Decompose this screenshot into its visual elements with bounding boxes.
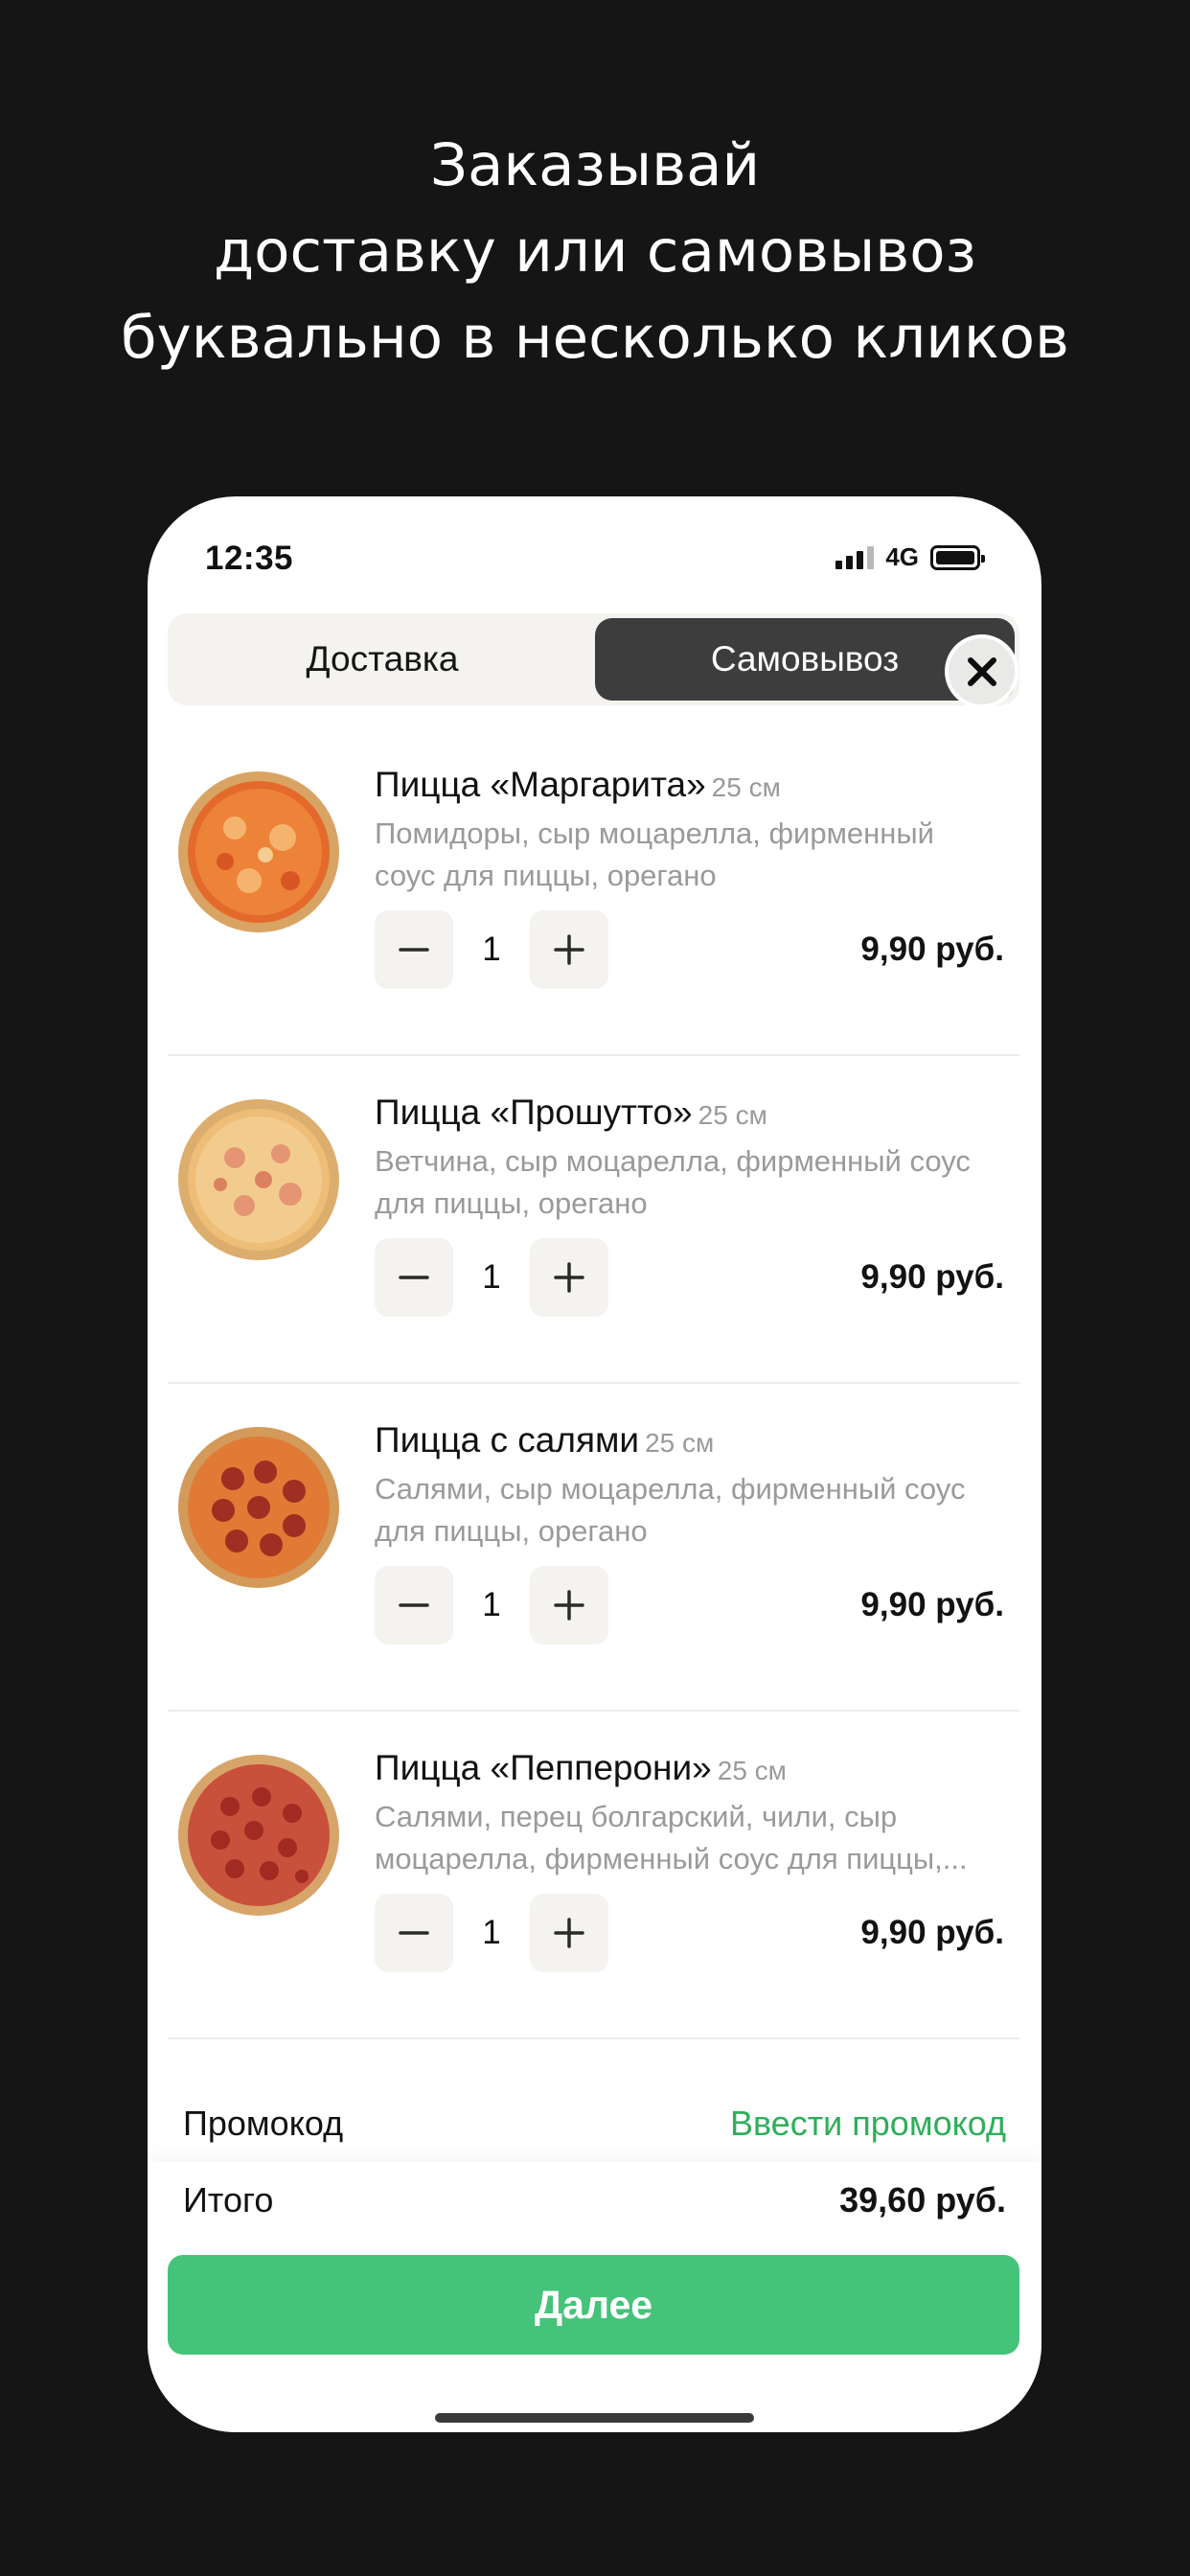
item-price: 9,90 руб. <box>860 931 1004 968</box>
status-time: 12:35 <box>205 540 294 577</box>
cart-item: Пицца «Пепперони» 25 см Салями, перец бол… <box>168 1712 1019 2039</box>
item-description: Салями, перец болгарский, чили, сыр моца… <box>375 1800 968 1875</box>
pizza-margherita-photo <box>178 771 339 932</box>
increase-quantity-button[interactable] <box>530 1238 608 1317</box>
item-description: Помидоры, сыр моцарелла, фирменный соус … <box>375 816 934 892</box>
pizza-salami-photo <box>178 1427 339 1588</box>
headline-line-3: буквально в несколько кликов <box>121 304 1069 372</box>
headline-line-2: доставку или самовывоз <box>214 218 976 286</box>
item-quantity: 1 <box>482 1914 501 1951</box>
item-size: 25 см <box>698 1100 767 1130</box>
pizza-pepperoni-photo <box>178 1755 339 1916</box>
decrease-quantity-button[interactable] <box>375 910 453 989</box>
total-label: Итого <box>183 2180 274 2220</box>
cart-item: Пицца «Маргарита» 25 см Помидоры, сыр моц… <box>168 728 1019 1056</box>
total-value: 39,60 руб. <box>839 2180 1006 2220</box>
increase-quantity-button[interactable] <box>530 910 608 989</box>
increase-quantity-button[interactable] <box>530 1894 608 1972</box>
enter-promo-code-link[interactable]: Ввести промокод <box>730 2104 1006 2144</box>
headline-line-1: Заказывай <box>429 131 761 199</box>
promo-headline: Заказывай доставку или самовывоз букваль… <box>0 123 1190 381</box>
item-description: Салями, сыр моцарелла, фирменный соус дл… <box>375 1472 966 1548</box>
item-quantity: 1 <box>482 931 501 968</box>
minus-icon <box>399 1931 429 1935</box>
item-title: Пицца с салями 25 см <box>375 1420 715 1460</box>
item-size: 25 см <box>645 1428 715 1458</box>
close-button[interactable] <box>945 634 1018 708</box>
order-type-switch: Доставка Самовывоз <box>168 613 1019 705</box>
item-price: 9,90 руб. <box>860 1586 1004 1623</box>
item-price: 9,90 руб. <box>860 1258 1004 1296</box>
minus-icon <box>399 1603 429 1607</box>
cart-item: Пицца с салями 25 см Салями, сыр моцарелл… <box>168 1384 1019 1712</box>
promo-code-label: Промокод <box>183 2104 344 2143</box>
item-quantity: 1 <box>482 1258 501 1296</box>
pizza-prosciutto-photo <box>178 1099 339 1260</box>
increase-quantity-button[interactable] <box>530 1566 608 1644</box>
cart-item: Пицца «Прошутто» 25 см Ветчина, сыр моцар… <box>168 1056 1019 1384</box>
minus-icon <box>399 948 429 952</box>
plus-icon <box>554 1590 584 1621</box>
decrease-quantity-button[interactable] <box>375 1566 453 1644</box>
close-icon <box>967 656 996 686</box>
plus-icon <box>554 1918 584 1948</box>
next-button[interactable]: Далее <box>168 2255 1019 2355</box>
item-price: 9,90 руб. <box>860 1914 1004 1951</box>
checkout-panel: Итого 39,60 руб. Далее <box>148 2162 1041 2432</box>
item-description: Ветчина, сыр моцарелла, фирменный соус д… <box>375 1144 971 1220</box>
item-quantity: 1 <box>482 1586 501 1623</box>
item-size: 25 см <box>711 772 781 802</box>
item-size: 25 см <box>717 1756 787 1785</box>
signal-icon <box>835 545 875 569</box>
promo-code-row: Промокод Ввести промокод <box>183 2085 1006 2162</box>
total-row: Итого 39,60 руб. <box>183 2162 1006 2239</box>
item-title: Пицца «Прошутто» 25 см <box>375 1092 767 1132</box>
item-title: Пицца «Пепперони» 25 см <box>375 1748 787 1787</box>
status-indicators: 4G <box>835 542 985 572</box>
decrease-quantity-button[interactable] <box>375 1894 453 1972</box>
plus-icon <box>554 934 584 965</box>
network-type: 4G <box>885 542 919 571</box>
tab-delivery[interactable]: Доставка <box>173 618 591 701</box>
item-title: Пицца «Маргарита» 25 см <box>375 765 781 804</box>
home-indicator <box>435 2413 754 2423</box>
decrease-quantity-button[interactable] <box>375 1238 453 1317</box>
phone-screen: 12:35 4G Доставка Самовывоз Пицца «Марга… <box>148 496 1041 2432</box>
plus-icon <box>554 1262 584 1293</box>
minus-icon <box>399 1276 429 1279</box>
battery-icon <box>930 544 985 570</box>
